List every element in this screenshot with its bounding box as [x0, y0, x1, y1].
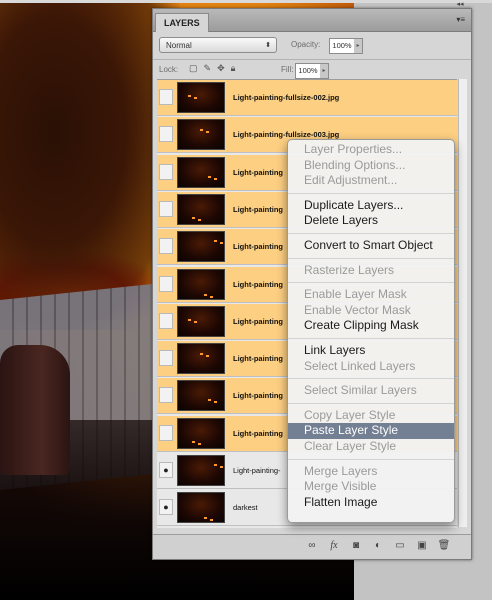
layer-name: Light-painting-fullsize-002.jpg	[233, 93, 340, 102]
menu-item-edit-adjustment: Edit Adjustment...	[304, 173, 398, 188]
visibility-eye-icon[interactable]: ●	[159, 163, 173, 180]
visibility-eye-icon[interactable]: ●	[159, 462, 173, 478]
menu-item-blending-options: Blending Options...	[304, 157, 406, 172]
menu-item-flatten-image[interactable]: Flatten Image	[288, 495, 454, 511]
layer-name: Light-painting	[233, 316, 283, 326]
lock-label: Lock:	[159, 65, 179, 74]
menu-item-merge-visible: Merge Visible	[304, 479, 377, 494]
visibility-eye-icon[interactable]: ●	[159, 312, 173, 329]
layer-thumbnail	[177, 268, 225, 300]
fx-icon[interactable]: fx	[327, 539, 341, 553]
photo-truck	[0, 345, 70, 475]
menu-separator	[288, 192, 454, 194]
adjustment-icon[interactable]: ◐	[371, 539, 385, 553]
opacity-label: Opacity:	[291, 40, 321, 49]
menu-item-enable-vector-mask: Enable Vector Mask	[304, 302, 411, 317]
layer-thumbnail	[177, 156, 225, 188]
select-arrows-icon: ⬍	[265, 42, 271, 49]
blend-mode-value: Normal	[166, 41, 192, 50]
layer-list-scrollbar[interactable]	[458, 79, 467, 527]
menu-item-rasterize-layers: Rasterize Layers	[304, 262, 395, 277]
menu-item-layer-properties: Layer Properties...	[304, 142, 403, 156]
layer-thumbnail	[177, 193, 225, 225]
visibility-eye-icon[interactable]: ●	[159, 238, 173, 255]
visibility-eye-icon[interactable]: ●	[159, 89, 173, 105]
menu-item-convert-to-smart-object[interactable]: Convert to Smart Object	[288, 238, 454, 254]
menu-item-enable-layer-mask: Enable Layer Mask	[304, 287, 407, 302]
layer-thumbnail	[177, 231, 225, 263]
collapse-panel-icon[interactable]: ◂◂	[453, 1, 467, 9]
layer-thumbnail	[177, 305, 225, 337]
visibility-eye-icon[interactable]: ●	[159, 126, 173, 143]
layer-thumbnail	[177, 417, 225, 449]
layer-row[interactable]: ● Light-painting-fullsize-002.jpg	[157, 80, 457, 116]
visibility-eye-icon[interactable]: ●	[159, 387, 173, 404]
menu-item-select-similar-layers: Select Similar Layers	[304, 383, 417, 398]
layer-thumbnail	[177, 119, 225, 151]
layer-thumbnail	[177, 380, 225, 412]
menu-separator	[288, 402, 454, 404]
menu-separator	[288, 458, 454, 460]
menu-separator	[288, 257, 454, 259]
layer-thumbnail	[177, 82, 225, 113]
lock-all-icon[interactable]: 🔒︎	[231, 63, 236, 74]
menu-item-clear-layer-style: Clear Layer Style	[304, 438, 397, 453]
layer-name: Light-painting	[233, 242, 283, 252]
fill-arrow-icon[interactable]: ▸	[320, 63, 329, 79]
opacity-field[interactable]: 100%	[329, 38, 355, 54]
divider	[153, 59, 471, 60]
lock-position-icon[interactable]: ✥	[217, 63, 225, 74]
menu-item-delete-layers[interactable]: Delete Layers	[288, 213, 454, 229]
group-icon[interactable]: ▭	[393, 539, 407, 553]
menu-separator	[288, 282, 454, 284]
blend-row: Normal ⬍ Opacity: 100% ▸	[159, 37, 465, 55]
lock-pixels-icon[interactable]: ✎	[204, 63, 212, 74]
layer-thumbnail	[177, 455, 225, 486]
blend-mode-select[interactable]: Normal ⬍	[159, 37, 277, 53]
layer-name: Light-painting	[233, 428, 283, 438]
layer-thumbnail	[177, 492, 225, 524]
visibility-eye-icon[interactable]: ●	[159, 200, 173, 217]
new-layer-icon[interactable]: ▣	[415, 539, 429, 553]
visibility-eye-icon[interactable]: ●	[159, 424, 173, 441]
fill-field[interactable]: 100%	[295, 63, 321, 79]
menu-item-copy-layer-style: Copy Layer Style	[304, 407, 396, 422]
layer-name: Light-painting	[233, 167, 283, 177]
layer-name: Light-painting	[233, 391, 283, 401]
lock-icons: ▢ ✎ ✥ 🔒︎	[189, 63, 235, 74]
menu-item-duplicate-layers[interactable]: Duplicate Layers...	[288, 198, 454, 214]
menu-item-select-linked-layers: Select Linked Layers	[304, 358, 416, 373]
visibility-eye-icon[interactable]: ●	[159, 499, 173, 516]
menu-separator	[288, 337, 454, 339]
menu-item-create-clipping-mask[interactable]: Create Clipping Mask	[288, 318, 454, 334]
layers-tab[interactable]: LAYERS	[155, 13, 209, 32]
top-edge	[0, 0, 492, 3]
menu-item-link-layers[interactable]: Link Layers	[288, 343, 454, 359]
layer-name: Light-painting	[233, 354, 283, 364]
visibility-eye-icon[interactable]: ●	[159, 350, 173, 367]
opacity-arrow-icon[interactable]: ▸	[354, 38, 363, 54]
visibility-eye-icon[interactable]: ●	[159, 275, 173, 292]
link-icon[interactable]: ∞	[305, 539, 319, 553]
mask-icon[interactable]: ◙	[349, 539, 363, 553]
layer-name: Light-painting	[233, 279, 283, 289]
lock-transparency-icon[interactable]: ▢	[189, 63, 198, 74]
layer-name: darkest	[233, 503, 258, 513]
panel-menu-icon[interactable]: ▾≡	[456, 15, 465, 24]
layer-thumbnail	[177, 343, 225, 375]
menu-separator	[288, 378, 454, 380]
menu-item-paste-layer-style[interactable]: Paste Layer Style	[288, 423, 454, 439]
panel-bottom-toolbar: ∞ fx ◙ ◐ ▭ ▣ 🗑︎	[153, 534, 471, 559]
layer-name: Light-painting	[233, 204, 283, 214]
fill-label: Fill:	[281, 65, 294, 74]
menu-item-merge-layers: Merge Layers	[304, 463, 378, 478]
layer-context-menu: Layer Properties... Blending Options... Ed…	[287, 139, 455, 523]
trash-icon[interactable]: 🗑︎	[437, 539, 451, 553]
panel-tab-bar: ◂◂ LAYERS ▾≡	[153, 1, 471, 32]
layer-name: Light-painting-	[233, 466, 281, 475]
menu-separator	[288, 232, 454, 234]
lock-row: Lock: ▢ ✎ ✥ 🔒︎ Fill: 100% ▸	[159, 62, 465, 80]
